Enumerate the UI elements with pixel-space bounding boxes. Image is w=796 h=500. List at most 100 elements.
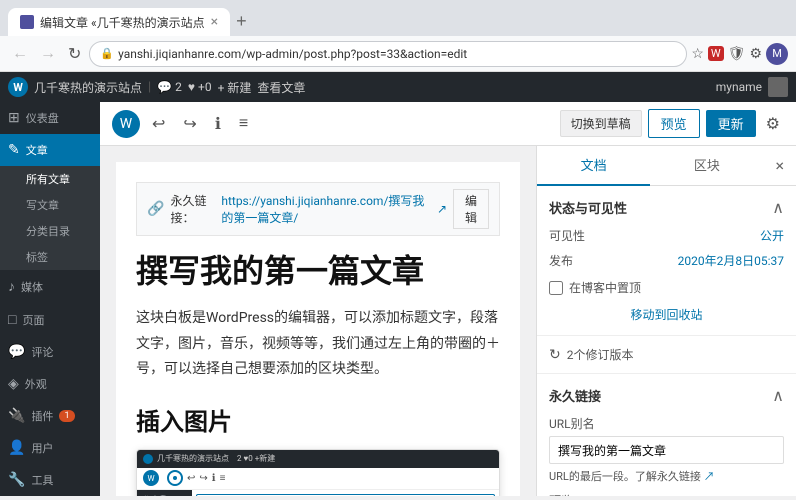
- plugins-badge: 1: [59, 410, 74, 422]
- visibility-label: 可见性: [549, 227, 585, 244]
- sidebar-label-pages: 页面: [22, 312, 44, 328]
- admin-bar-separator: |: [148, 80, 151, 95]
- sidebar-item-comments[interactable]: 💬 评论: [0, 336, 100, 368]
- tab-document[interactable]: 文档: [537, 146, 650, 186]
- admin-bar-avatar[interactable]: [768, 77, 788, 97]
- preview-label: 预览: [549, 492, 784, 496]
- preview-button[interactable]: 预览: [648, 109, 700, 138]
- browser-nav-bar: ← → ↻ 🔒 yanshi.jiqianhanre.com/wp-admin/…: [0, 36, 796, 72]
- publish-button[interactable]: 更新: [706, 110, 756, 137]
- revisions-row[interactable]: ↻ 2个修订版本: [549, 346, 784, 363]
- permalink-section: 永久链接 ∧ URL别名 URL的最后一段。了解永久链接 ↗ 预览 https:…: [537, 374, 796, 496]
- nav-forward-button[interactable]: →: [36, 43, 60, 65]
- media-icon: ♪: [8, 278, 15, 295]
- wp-sidebar: ⊞ 仪表盘 ✎ 文章 所有文章 写文章 分类目录 标签 ♪ 媒体 □ 页面: [0, 102, 100, 496]
- switch-to-draft-button[interactable]: 切换到草稿: [560, 110, 642, 137]
- url-slug-input[interactable]: [549, 436, 784, 464]
- wp-logo[interactable]: W: [8, 77, 28, 97]
- submenu-write-post[interactable]: 写文章: [0, 192, 100, 218]
- post-heading[interactable]: 插入图片: [136, 402, 500, 437]
- admin-bar-likes[interactable]: ♥ +0: [188, 80, 212, 94]
- redo-button[interactable]: ↪: [177, 110, 202, 138]
- trash-button[interactable]: 移动到回收站: [630, 306, 702, 323]
- undo-button[interactable]: ↩: [146, 110, 171, 138]
- visibility-row: 可见性 公开: [549, 227, 784, 244]
- comments-icon: 💬: [8, 344, 25, 360]
- info-button[interactable]: ℹ: [209, 110, 227, 138]
- tools-icon: 🔧: [8, 472, 25, 488]
- editor-wrapper: W ↩ ↪ ℹ ≡ 切换到草稿 预览 更新 ⚙ 🔗 永久链接： https://: [100, 102, 796, 496]
- sticky-label: 在博客中置顶: [569, 279, 641, 296]
- external-info-icon: ↗: [704, 470, 715, 483]
- panel-tabs: 文档 区块 ×: [537, 146, 796, 186]
- user-avatar[interactable]: M: [766, 43, 788, 65]
- editor-content: 🔗 永久链接： https://yanshi.jiqianhanre.com/撰…: [100, 146, 536, 496]
- nested-redo-icon: ↪: [199, 473, 207, 484]
- right-panel: 文档 区块 × 状态与可见性 ∧ 可见性 公开 发布: [536, 146, 796, 496]
- sidebar-label-tools: 工具: [31, 472, 53, 488]
- admin-bar-new[interactable]: + 新建: [218, 79, 252, 96]
- sidebar-item-plugins[interactable]: 🔌 插件 1: [0, 400, 100, 432]
- wp-layout: ⊞ 仪表盘 ✎ 文章 所有文章 写文章 分类目录 标签 ♪ 媒体 □ 页面: [0, 102, 796, 496]
- url-slug-label: URL别名: [549, 415, 784, 432]
- sidebar-item-dashboard[interactable]: ⊞ 仪表盘: [0, 102, 100, 134]
- dashboard-icon: ⊞: [8, 110, 20, 126]
- admin-bar-site-name[interactable]: 几千寒热的演示站点: [34, 79, 142, 96]
- visibility-value[interactable]: 公开: [760, 227, 784, 244]
- external-link-icon: ↗: [437, 202, 447, 216]
- extension-icon-3[interactable]: ⚙: [749, 46, 762, 62]
- admin-bar-user[interactable]: myname: [716, 80, 762, 94]
- permalink-edit-button[interactable]: 编辑: [453, 189, 489, 229]
- nested-menu-icon: ≡: [220, 473, 226, 484]
- submenu-tags[interactable]: 标签: [0, 244, 100, 270]
- menu-button[interactable]: ≡: [233, 111, 254, 137]
- permalink-chain-icon: 🔗: [147, 201, 164, 217]
- submenu-all-posts[interactable]: 所有文章: [0, 166, 100, 192]
- tab-close-icon[interactable]: ×: [211, 14, 218, 30]
- extension-icon-1[interactable]: W: [708, 46, 724, 61]
- sticky-checkbox[interactable]: [549, 281, 563, 295]
- permalink-link[interactable]: https://yanshi.jiqianhanre.com/撰写我的第一篇文章…: [221, 192, 431, 226]
- tab-block[interactable]: 区块: [650, 146, 763, 186]
- sidebar-item-pages[interactable]: □ 页面: [0, 303, 100, 336]
- permalink-section-toggle[interactable]: ∧: [772, 386, 784, 405]
- sidebar-item-tools[interactable]: 🔧 工具: [0, 464, 100, 496]
- publish-label: 发布: [549, 252, 573, 269]
- trash-row: 移动到回收站: [549, 306, 784, 323]
- revisions-label: 2个修订版本: [567, 346, 634, 363]
- extension-icon-2[interactable]: 🛡: [728, 46, 746, 62]
- appearance-icon: ◈: [8, 376, 19, 392]
- browser-tab[interactable]: 编辑文章 «几千寒热的演示站点 ×: [8, 8, 230, 36]
- nested-cursor-indicator: [167, 470, 183, 486]
- sidebar-label-users: 用户: [31, 440, 53, 456]
- sidebar-item-posts[interactable]: ✎ 文章: [0, 134, 100, 166]
- admin-bar-view[interactable]: 查看文章: [257, 79, 305, 96]
- address-bar[interactable]: 🔒 yanshi.jiqianhanre.com/wp-admin/post.p…: [89, 41, 687, 67]
- visibility-section-header: 状态与可见性 ∧: [549, 198, 784, 217]
- sidebar-item-appearance[interactable]: ◈ 外观: [0, 368, 100, 400]
- admin-bar-comments[interactable]: 💬 2: [157, 80, 182, 94]
- nav-back-button[interactable]: ←: [8, 43, 32, 65]
- post-content[interactable]: 这块白板是WordPress的编辑器，可以添加标题文字，段落文字，图片，音乐，视…: [136, 306, 500, 382]
- editor-wp-logo[interactable]: W: [112, 110, 140, 138]
- plugins-icon: 🔌: [8, 408, 25, 424]
- submenu-categories[interactable]: 分类目录: [0, 218, 100, 244]
- nested-sidebar: 仪表盘 文章 所有文章 写文章 分类目录 标签: [137, 490, 192, 496]
- nav-refresh-button[interactable]: ↻: [64, 42, 85, 66]
- settings-toggle-button[interactable]: ⚙: [762, 110, 784, 138]
- sidebar-item-media[interactable]: ♪ 媒体: [0, 270, 100, 303]
- new-tab-button[interactable]: +: [230, 9, 253, 34]
- visibility-section-toggle[interactable]: ∧: [772, 198, 784, 217]
- publish-value[interactable]: 2020年2月8日05:37: [678, 252, 784, 269]
- pages-icon: □: [8, 311, 16, 328]
- post-title[interactable]: 撰写我的第一篇文章: [136, 252, 500, 290]
- browser-action-icons: ☆ W 🛡 ⚙ M: [691, 43, 788, 65]
- visibility-section: 状态与可见性 ∧ 可见性 公开 发布 2020年2月8日05:37 在博客中置顶: [537, 186, 796, 336]
- nested-search-input[interactable]: [196, 494, 495, 496]
- sidebar-label-appearance: 外观: [25, 376, 47, 392]
- url-info-row: URL的最后一段。了解永久链接 ↗: [549, 468, 784, 484]
- bookmark-icon[interactable]: ☆: [691, 46, 704, 62]
- sidebar-item-users[interactable]: 👤 用户: [0, 432, 100, 464]
- panel-close-button[interactable]: ×: [763, 148, 796, 183]
- nested-info-icon: ℹ: [212, 473, 216, 484]
